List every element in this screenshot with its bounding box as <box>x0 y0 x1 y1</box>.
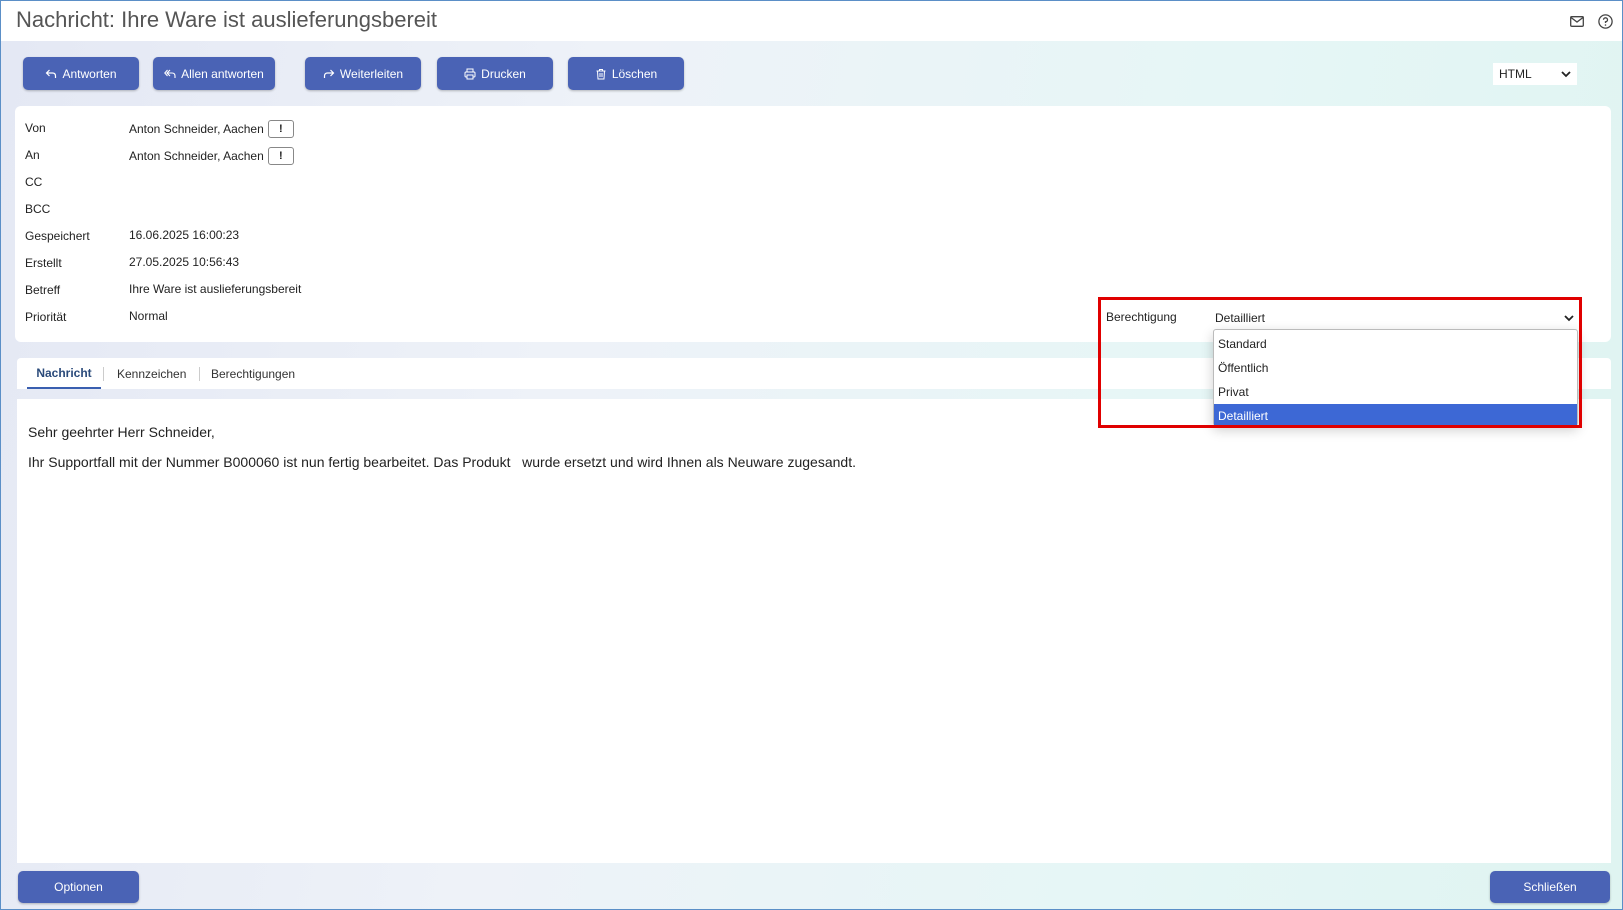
trash-icon <box>596 68 606 79</box>
tab-divider <box>199 367 200 381</box>
chevron-down-icon <box>1561 70 1571 77</box>
print-label: Drucken <box>481 66 526 81</box>
delete-button[interactable]: Löschen <box>568 57 684 90</box>
reply-all-button[interactable]: Allen antworten <box>153 57 275 90</box>
subject-label: Betreff <box>25 283 61 297</box>
cc-label: CC <box>25 175 43 189</box>
to-label: An <box>25 148 40 162</box>
saved-value: 16.06.2025 16:00:23 <box>129 228 240 242</box>
mail-icon[interactable] <box>1568 12 1586 30</box>
delete-label: Löschen <box>611 66 658 81</box>
print-button[interactable]: Drucken <box>437 57 553 90</box>
message-greeting: Sehr geehrter Herr Schneider, <box>28 424 215 440</box>
format-select[interactable]: HTML <box>1493 63 1577 85</box>
tab-berechtigungen[interactable]: Berechtigungen <box>211 358 295 389</box>
reply-label: Antworten <box>62 66 117 81</box>
titlebar: Nachricht: Ihre Ware ist auslieferungsbe… <box>1 1 1622 41</box>
window-title: Nachricht: Ihre Ware ist auslieferungsbe… <box>16 7 438 32</box>
printer-icon <box>464 68 476 79</box>
subject-value: Ihre Ware ist auslieferungsbereit <box>129 282 302 296</box>
reply-all-icon <box>164 69 176 78</box>
tab-kennzeichen[interactable]: Kennzeichen <box>117 358 186 389</box>
forward-label: Weiterleiten <box>339 66 404 81</box>
created-label: Erstellt <box>25 256 62 270</box>
toolbar: Antworten Allen antworten Weiterleiten D… <box>23 57 1622 91</box>
forward-icon <box>323 69 335 78</box>
from-label: Von <box>25 121 46 135</box>
from-value: Anton Schneider, Aachen <box>129 122 264 136</box>
priority-label: Priorität <box>25 310 67 324</box>
close-button[interactable]: Schließen <box>1490 871 1610 903</box>
message-window: Nachricht: Ihre Ware ist auslieferungsbe… <box>0 0 1623 910</box>
forward-button[interactable]: Weiterleiten <box>305 57 421 90</box>
highlight-box <box>1098 297 1582 428</box>
created-value: 27.05.2025 10:56:43 <box>129 255 240 269</box>
to-value: Anton Schneider, Aachen <box>129 149 264 163</box>
from-priority-button[interactable]: ! <box>267 120 294 138</box>
tab-nachricht[interactable]: Nachricht <box>27 358 101 389</box>
help-icon[interactable] <box>1596 12 1614 30</box>
reply-button[interactable]: Antworten <box>23 57 139 90</box>
format-value: HTML <box>1499 67 1532 81</box>
priority-value: Normal <box>129 309 168 323</box>
to-priority-button[interactable]: ! <box>267 147 294 165</box>
message-text: Ihr Supportfall mit der Nummer B000060 i… <box>28 454 856 470</box>
bcc-label: BCC <box>25 202 51 216</box>
message-body[interactable]: Sehr geehrter Herr Schneider, Ihr Suppor… <box>17 399 1611 863</box>
reply-icon <box>46 69 57 78</box>
reply-all-label: Allen antworten <box>181 66 264 81</box>
options-button[interactable]: Optionen <box>18 871 139 903</box>
saved-label: Gespeichert <box>25 229 90 243</box>
tab-divider <box>103 367 104 381</box>
